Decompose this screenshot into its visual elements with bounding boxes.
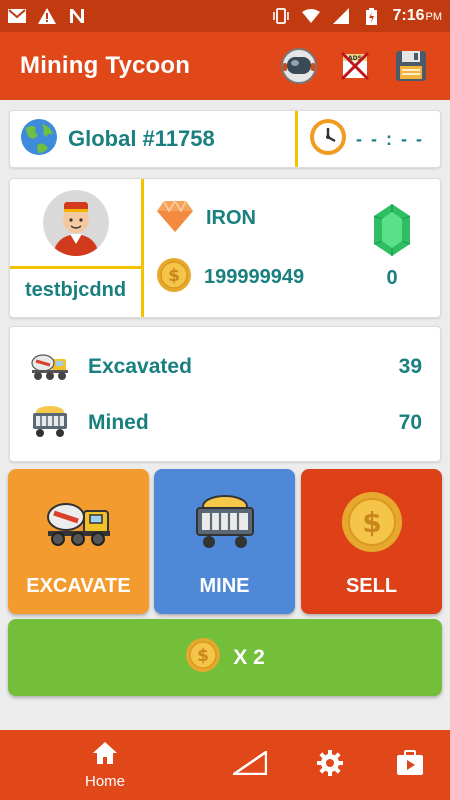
avatar <box>43 190 109 256</box>
stat-value: 70 <box>398 411 422 434</box>
coin-icon: $ <box>185 637 221 679</box>
nav-settings[interactable] <box>290 730 370 800</box>
sell-button[interactable]: $ SELL <box>301 469 442 614</box>
mine-cart-icon <box>30 403 70 444</box>
global-rank[interactable]: Global #11758 <box>10 111 298 167</box>
battery-icon <box>362 7 380 25</box>
profile-section[interactable]: testbjcdnd <box>10 179 144 317</box>
diamond-icon <box>156 199 194 238</box>
stat-label: Mined <box>88 411 149 434</box>
multiplier-label: X 2 <box>233 645 265 669</box>
multiplier-button[interactable]: $ X 2 <box>8 619 442 696</box>
status-bar: 7:16PM <box>0 0 450 32</box>
profile-card: testbjcdnd IRON $ 199999949 0 <box>9 178 441 318</box>
home-icon <box>92 741 118 770</box>
upgrade-icon <box>230 749 268 780</box>
coin-balance: 199999949 <box>204 266 305 288</box>
coin-icon: $ <box>341 491 403 553</box>
resource-name: IRON <box>206 207 256 229</box>
wifi-icon <box>302 7 321 25</box>
n-app-icon <box>68 7 86 25</box>
username: testbjcdnd <box>24 279 127 301</box>
emerald-icon <box>372 203 412 257</box>
mine-label: MINE <box>199 575 250 597</box>
coins-row: $ 199999949 <box>156 257 304 298</box>
vibrate-icon <box>272 7 290 25</box>
nav-video[interactable] <box>370 730 450 800</box>
season-timer: - - : - - <box>310 111 442 167</box>
name-divider <box>10 266 141 269</box>
coin-icon: $ <box>156 257 192 298</box>
stat-excavated: Excavated 39 <box>30 347 422 387</box>
resource-row: IRON <box>156 199 256 238</box>
gmail-icon <box>8 7 26 25</box>
signal-icon <box>332 7 350 25</box>
global-rank-label: Global #11758 <box>68 126 215 151</box>
app-bar: Mining Tycoon ADS <box>0 32 450 100</box>
gem-count: 0 <box>386 267 398 289</box>
svg-text:$: $ <box>168 266 180 286</box>
warning-icon <box>38 7 56 25</box>
globe-icon <box>20 118 58 161</box>
clock-icon <box>310 118 346 160</box>
nav-home-label: Home <box>84 772 125 790</box>
cement-truck-icon <box>46 491 112 553</box>
no-ads-icon[interactable]: ADS <box>336 47 374 85</box>
timer-text: - - : - - <box>356 128 424 149</box>
svg-text:$: $ <box>197 646 209 666</box>
stat-value: 39 <box>398 355 422 378</box>
mine-cart-icon <box>193 491 257 553</box>
global-rank-card: Global #11758 - - : - - <box>9 110 441 168</box>
svg-text:$: $ <box>362 506 381 539</box>
app-title: Mining Tycoon <box>20 52 191 79</box>
stats-card: Excavated 39 Mined 70 <box>9 326 441 462</box>
video-icon <box>396 749 424 781</box>
astronaut-icon[interactable] <box>280 47 318 85</box>
sell-label: SELL <box>345 575 398 597</box>
excavate-button[interactable]: EXCAVATE <box>8 469 149 614</box>
nav-upgrade[interactable] <box>210 730 290 800</box>
status-time: 7:16PM <box>392 7 442 24</box>
cement-truck-icon <box>30 349 70 386</box>
stat-mined: Mined 70 <box>30 403 422 443</box>
excavate-label: EXCAVATE <box>26 575 131 597</box>
save-icon[interactable] <box>392 47 430 85</box>
mine-button[interactable]: MINE <box>154 469 295 614</box>
nav-home[interactable]: Home <box>0 730 210 800</box>
settings-icon <box>316 749 344 782</box>
stat-label: Excavated <box>88 355 192 378</box>
bottom-nav: Home <box>0 730 450 800</box>
